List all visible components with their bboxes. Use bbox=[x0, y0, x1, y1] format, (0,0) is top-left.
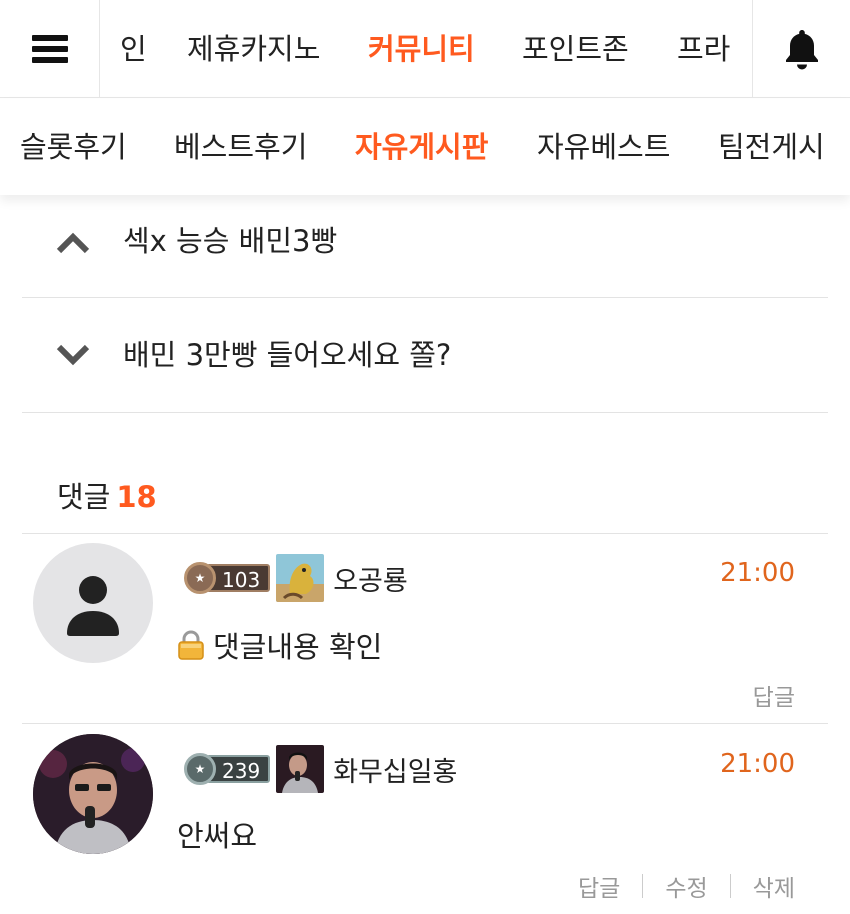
sub-nav-item-best-reviews[interactable]: 베스트후기 bbox=[174, 99, 307, 195]
comment-actions: 답글 bbox=[753, 678, 795, 712]
level-star-icon: ★ bbox=[184, 753, 216, 785]
sub-nav-item-team-board[interactable]: 팀전게시 bbox=[718, 99, 825, 195]
top-nav-item-partner-casino[interactable]: 제휴카지노 bbox=[187, 0, 320, 98]
sub-nav-item-free-board[interactable]: 자유게시판 bbox=[355, 99, 488, 195]
comment-item: ★ 239 화무십일홍 21:00 안써요 답글 수정 삭제 bbox=[22, 725, 828, 914]
comments-header: 댓글 18 bbox=[57, 474, 157, 516]
comment-meta: ★ 103 오공룡 bbox=[184, 554, 408, 602]
comments-count: 18 bbox=[116, 480, 157, 514]
comment-author[interactable]: 화무십일홍 bbox=[333, 750, 457, 789]
profile-thumbnail bbox=[276, 554, 325, 602]
edit-button[interactable]: 수정 bbox=[665, 869, 707, 903]
sub-nav-item-slot-reviews[interactable]: 슬롯후기 bbox=[20, 99, 127, 195]
level-badge: ★ 103 bbox=[184, 561, 271, 595]
lock-icon bbox=[178, 630, 204, 660]
delete-button[interactable]: 삭제 bbox=[753, 869, 795, 903]
comment-time: 21:00 bbox=[720, 558, 795, 588]
reply-button[interactable]: 답글 bbox=[753, 678, 795, 712]
action-divider bbox=[642, 874, 644, 898]
top-nav-item-partial-right[interactable]: 프라 bbox=[677, 0, 730, 98]
comment-item: ★ 103 오공룡 21:00 댓글내용 확인 답글 bbox=[22, 534, 828, 724]
level-star-icon: ★ bbox=[184, 562, 216, 594]
chevron-up-icon bbox=[56, 232, 90, 253]
top-nav-item-point-zone[interactable]: 포인트존 bbox=[522, 0, 629, 98]
comment-text[interactable]: 댓글내용 확인 bbox=[213, 624, 382, 666]
prev-post-link[interactable]: 섹x 능승 배민3빵 bbox=[22, 188, 828, 298]
action-divider bbox=[729, 874, 731, 898]
sub-nav: 슬롯후기 베스트후기 자유게시판 자유베스트 팀전게시 bbox=[0, 99, 850, 195]
avatar[interactable] bbox=[33, 543, 153, 663]
notification-button[interactable] bbox=[752, 0, 850, 98]
top-nav-items: 인 제휴카지노 커뮤니티 포인트존 프라 bbox=[100, 0, 752, 98]
top-nav: 인 제휴카지노 커뮤니티 포인트존 프라 bbox=[0, 0, 850, 98]
prev-post-title: 섹x 능승 배민3빵 bbox=[123, 224, 338, 258]
top-nav-item-partial-left[interactable]: 인 bbox=[120, 0, 147, 98]
level-badge: ★ 239 bbox=[184, 752, 271, 786]
sub-nav-item-free-best[interactable]: 자유베스트 bbox=[537, 99, 670, 195]
top-nav-item-community[interactable]: 커뮤니티 bbox=[368, 0, 475, 98]
avatar[interactable] bbox=[33, 734, 153, 854]
next-post-title: 배민 3만빵 들어오세요 쫄? bbox=[123, 338, 452, 372]
comment-meta: ★ 239 화무십일홍 bbox=[184, 745, 457, 793]
comment-author[interactable]: 오공룡 bbox=[333, 559, 408, 598]
comment-text[interactable]: 안써요 bbox=[177, 813, 257, 855]
menu-button[interactable] bbox=[0, 0, 100, 98]
reply-button[interactable]: 답글 bbox=[578, 869, 620, 903]
default-user-icon bbox=[67, 576, 119, 636]
comment-content: 댓글내용 확인 bbox=[177, 624, 382, 666]
hamburger-icon bbox=[31, 35, 68, 63]
bell-icon bbox=[785, 30, 818, 70]
profile-thumbnail bbox=[276, 745, 325, 793]
comments-label: 댓글 bbox=[57, 480, 111, 514]
comment-time: 21:00 bbox=[720, 749, 795, 779]
next-post-link[interactable]: 배민 3만빵 들어오세요 쫄? bbox=[22, 298, 828, 413]
comment-content: 안써요 bbox=[177, 813, 257, 855]
comment-actions: 답글 수정 삭제 bbox=[578, 869, 795, 903]
user-photo bbox=[33, 734, 153, 854]
chevron-down-icon bbox=[56, 344, 90, 366]
